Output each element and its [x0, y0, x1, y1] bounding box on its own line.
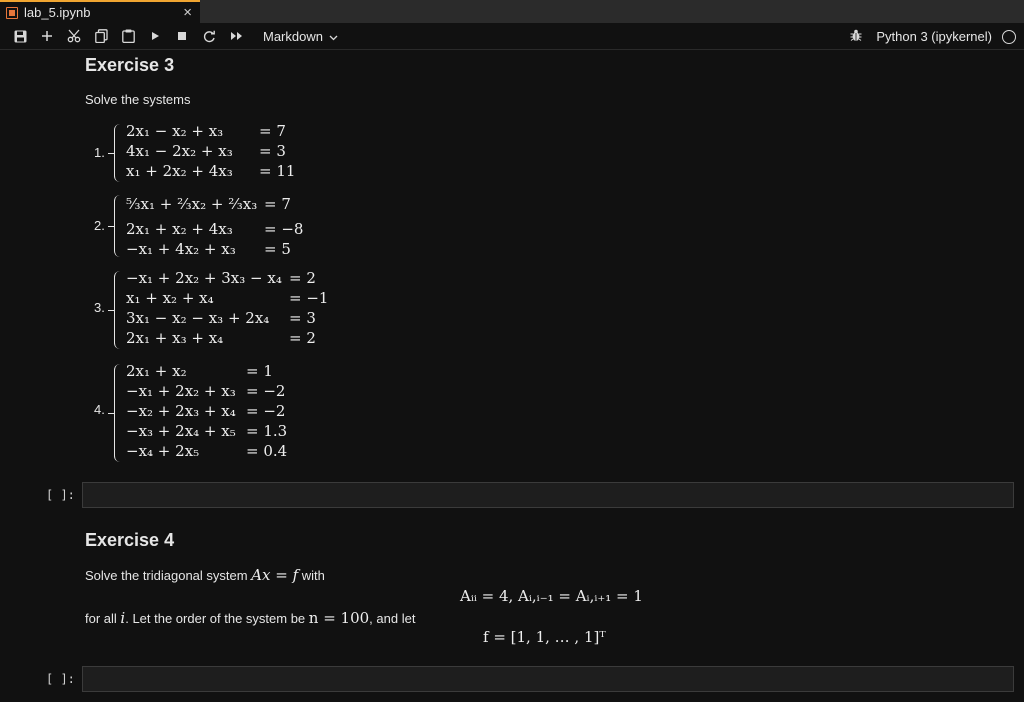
cut-icon[interactable] — [62, 25, 86, 47]
restart-icon[interactable] — [197, 25, 221, 47]
chevron-down-icon — [329, 29, 338, 44]
equation-lhs: −x₁ + 2x₂ + 3x₃ − x₄ — [126, 269, 282, 287]
inline-math: Ax = f — [251, 566, 299, 584]
system-number: 3. — [94, 300, 105, 315]
system-number: 2. — [94, 218, 105, 233]
notebook-toolbar: Markdown Python 3 (ipykernel) — [0, 23, 1024, 50]
equation-rhs: = 5 — [264, 240, 291, 258]
tab-title: lab_5.ipynb — [24, 5, 91, 20]
cell-type-dropdown[interactable]: Markdown — [263, 29, 338, 44]
display-math-f: f = [1, 1, … , 1]ᵀ — [483, 628, 606, 646]
close-icon[interactable]: × — [183, 4, 192, 21]
equation-rhs: = 1.3 — [246, 422, 288, 440]
equation-lhs: 2x₁ + x₂ — [126, 362, 187, 380]
text: . Let the order of the system be — [125, 611, 309, 626]
exercise4-line2: for all i. Let the order of the system b… — [85, 609, 415, 627]
equation-lhs: −x₃ + 2x₄ + x₅ — [126, 422, 236, 440]
stop-icon[interactable] — [170, 25, 194, 47]
equation-lhs: 4x₁ − 2x₂ + x₃ — [126, 142, 233, 160]
add-icon[interactable] — [35, 25, 59, 47]
equation-rhs: = −8 — [264, 220, 304, 238]
kernel-indicator: Python 3 (ipykernel) — [850, 23, 1016, 50]
equation-lhs: ⁵⁄₃x₁ + ²⁄₃x₂ + ²⁄₃x₃ — [126, 195, 258, 213]
kernel-name[interactable]: Python 3 (ipykernel) — [876, 29, 992, 44]
text: , and let — [369, 611, 416, 626]
cell-type-label: Markdown — [263, 28, 323, 44]
notebook-icon — [6, 6, 18, 19]
equation-lhs: x₁ + x₂ + x₄ — [126, 289, 214, 307]
save-icon[interactable] — [8, 25, 32, 47]
system-number: 1. — [94, 145, 105, 160]
equation-rhs: = −1 — [289, 289, 329, 307]
equation-lhs: −x₁ + 2x₂ + x₃ — [126, 382, 236, 400]
kernel-status-icon — [1002, 29, 1016, 44]
run-icon[interactable] — [143, 25, 167, 47]
equation-lhs: −x₂ + 2x₃ + x₄ — [126, 402, 236, 420]
exercise4-title: Exercise 4 — [85, 530, 175, 550]
equation-rhs: = 7 — [259, 122, 286, 140]
copy-icon[interactable] — [89, 25, 113, 47]
cell-prompt: [ ]: — [46, 488, 75, 502]
bug-icon[interactable] — [850, 29, 862, 45]
cell-prompt: [ ]: — [46, 672, 75, 686]
equation-rhs: = 3 — [289, 309, 316, 327]
equation-rhs: = 2 — [289, 269, 316, 287]
equation-lhs: −x₄ + 2x₅ — [126, 442, 200, 460]
notebook-tab[interactable]: lab_5.ipynb × — [0, 0, 200, 23]
exercise3-intro: Solve the systems — [85, 92, 191, 107]
text: Solve the tridiagonal system — [85, 568, 252, 583]
equation-rhs: = −2 — [246, 382, 286, 400]
code-cell-input[interactable] — [82, 666, 1014, 692]
display-math-a: Aᵢᵢ = 4, Aᵢ,ᵢ₋₁ = Aᵢ,ᵢ₊₁ = 1 — [460, 587, 643, 605]
equation-lhs: 2x₁ + x₃ + x₄ — [126, 329, 224, 347]
paste-icon[interactable] — [116, 25, 140, 47]
brace — [108, 195, 122, 257]
equation-rhs: = 7 — [264, 195, 291, 213]
equation-rhs: = 11 — [259, 162, 296, 180]
brace — [108, 271, 122, 349]
code-cell-input[interactable] — [82, 482, 1014, 508]
exercise4-line1: Solve the tridiagonal system Ax = f with — [85, 566, 325, 584]
system-number: 4. — [94, 402, 105, 417]
fast-forward-icon[interactable] — [224, 25, 248, 47]
equation-rhs: = 2 — [289, 329, 316, 347]
tab-bar: lab_5.ipynb × — [0, 0, 1024, 23]
inline-math: n = 100 — [308, 609, 370, 627]
equation-rhs: = 3 — [259, 142, 286, 160]
text: with — [298, 568, 325, 583]
equation-lhs: −x₁ + 4x₂ + x₃ — [126, 240, 236, 258]
brace — [108, 364, 122, 462]
equation-lhs: x₁ + 2x₂ + 4x₃ — [126, 162, 233, 180]
brace — [108, 124, 122, 182]
equation-rhs: = −2 — [246, 402, 286, 420]
equation-rhs: = 0.4 — [246, 442, 288, 460]
equation-lhs: 2x₁ + x₂ + 4x₃ — [126, 220, 233, 238]
text: for all — [85, 611, 121, 626]
exercise3-title: Exercise 3 — [85, 55, 175, 75]
equation-lhs: 3x₁ − x₂ − x₃ + 2x₄ — [126, 309, 270, 327]
equation-rhs: = 1 — [246, 362, 273, 380]
equation-lhs: 2x₁ − x₂ + x₃ — [126, 122, 224, 140]
